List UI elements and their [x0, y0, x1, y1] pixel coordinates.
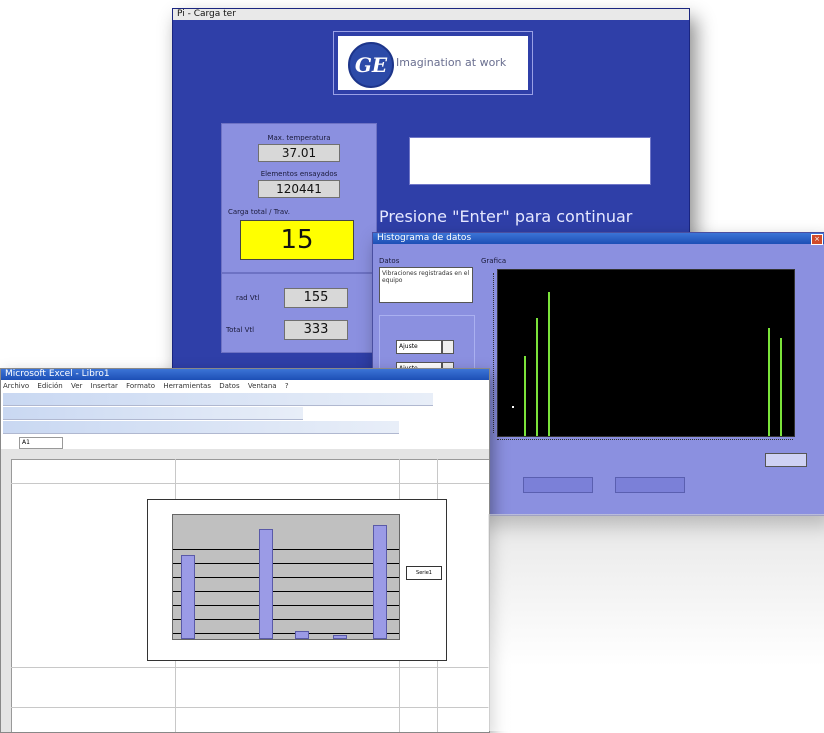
signal-line	[536, 318, 538, 436]
menu-item[interactable]: Edición	[37, 381, 62, 391]
stat1-value: 155	[284, 288, 348, 308]
chart-gridline	[173, 577, 399, 578]
logo-text: Imagination at work	[396, 56, 507, 69]
signal-point	[512, 406, 514, 408]
main-window-titlebar[interactable]: Pi - Carga ter	[173, 9, 689, 20]
dropdown-1-arrow-icon[interactable]	[442, 340, 454, 354]
toolbar-standard[interactable]	[3, 393, 433, 406]
dropdown-1-value: Ajuste	[399, 343, 418, 350]
menu-item[interactable]: Insertar	[91, 381, 118, 391]
panel-divider	[222, 272, 376, 274]
menu-item[interactable]: Herramientas	[163, 381, 211, 391]
spreadsheet-window: Microsoft Excel - Libro1 Archivo Edición…	[0, 368, 490, 733]
field1-label: Max. temperatura	[267, 134, 331, 142]
chart-bar	[181, 555, 195, 639]
signal-graph	[497, 269, 795, 437]
left-panel: Max. temperatura 37.01 Elementos ensayad…	[221, 123, 377, 353]
signal-line	[548, 292, 550, 436]
graph-button-1[interactable]	[523, 477, 593, 493]
chart-gridline	[173, 549, 399, 550]
ge-logo-icon: GE	[348, 42, 394, 88]
signal-line	[780, 338, 782, 436]
spreadsheet-title: Microsoft Excel - Libro1	[5, 369, 110, 379]
graph-zoom-control[interactable]	[765, 453, 807, 467]
field2-label: Elementos ensayados	[260, 170, 338, 178]
logo-box: GE Imagination at work	[333, 31, 533, 95]
chart-gridline	[173, 605, 399, 606]
menu-item[interactable]: ?	[285, 381, 289, 391]
logo-inner: GE Imagination at work	[338, 36, 528, 90]
signal-line	[524, 356, 526, 436]
grid-line-h	[11, 707, 489, 708]
chart-bar	[333, 635, 347, 639]
menu-item[interactable]: Datos	[219, 381, 239, 391]
toolbar-format[interactable]	[3, 421, 399, 434]
graph-left-text: Vibraciones registradas en el equipo	[382, 270, 470, 284]
name-box-value: A1	[22, 439, 30, 446]
chart-legend: Serie1	[406, 566, 442, 580]
graph-left-label: Datos	[379, 257, 400, 265]
toolbar-drawing[interactable]	[3, 407, 303, 420]
close-icon[interactable]: ×	[811, 234, 823, 245]
graph-x-axis-ticks	[497, 439, 793, 444]
chart-gridline	[173, 563, 399, 564]
grid-line-h	[11, 483, 489, 484]
menu-item[interactable]: Formato	[126, 381, 155, 391]
chart-bar	[259, 529, 273, 639]
name-box[interactable]: A1	[19, 437, 63, 449]
field2-value: 120441	[258, 180, 340, 198]
main-window-title: Pi - Carga ter	[177, 9, 236, 19]
chart-gridline	[173, 619, 399, 620]
embedded-chart[interactable]: Serie1	[147, 499, 447, 661]
chart-gridline	[173, 633, 399, 634]
stat2-label: Total Vtl	[226, 326, 255, 334]
spreadsheet-titlebar[interactable]: Microsoft Excel - Libro1	[1, 369, 489, 380]
chart-legend-label: Serie1	[416, 570, 432, 576]
dropdown-1[interactable]: Ajuste	[396, 340, 442, 354]
spreadsheet-menubar: Archivo Edición Ver Insertar Formato Her…	[3, 381, 487, 391]
field3-value: 15	[240, 220, 354, 260]
grid-line-h	[11, 667, 489, 668]
field1-value: 37.01	[258, 144, 340, 162]
signal-line	[768, 328, 770, 436]
menu-item[interactable]: Ver	[71, 381, 82, 391]
background-shadow	[488, 514, 824, 731]
chart-plot-area	[172, 514, 400, 640]
graph-window-title: Histograma de datos	[377, 233, 472, 243]
enter-input[interactable]	[409, 137, 651, 185]
graph-window-titlebar[interactable]: Histograma de datos ×	[373, 233, 824, 245]
menu-item[interactable]: Ventana	[248, 381, 277, 391]
prompt-text: Presione "Enter" para continuar	[379, 207, 633, 226]
row-header-column	[1, 459, 12, 732]
chart-bar	[373, 525, 387, 639]
stat2-value: 333	[284, 320, 348, 340]
graph-left-textbox: Vibraciones registradas en el equipo	[379, 267, 473, 303]
graph-right-label: Grafica	[481, 257, 507, 265]
chart-gridline	[173, 591, 399, 592]
field3-label: Carga total / Trav.	[228, 208, 290, 216]
stat1-label: rad Vtl	[236, 294, 260, 302]
graph-button-2[interactable]	[615, 477, 685, 493]
menu-item[interactable]: Archivo	[3, 381, 29, 391]
column-header-row	[1, 449, 489, 460]
chart-bar	[295, 631, 309, 639]
